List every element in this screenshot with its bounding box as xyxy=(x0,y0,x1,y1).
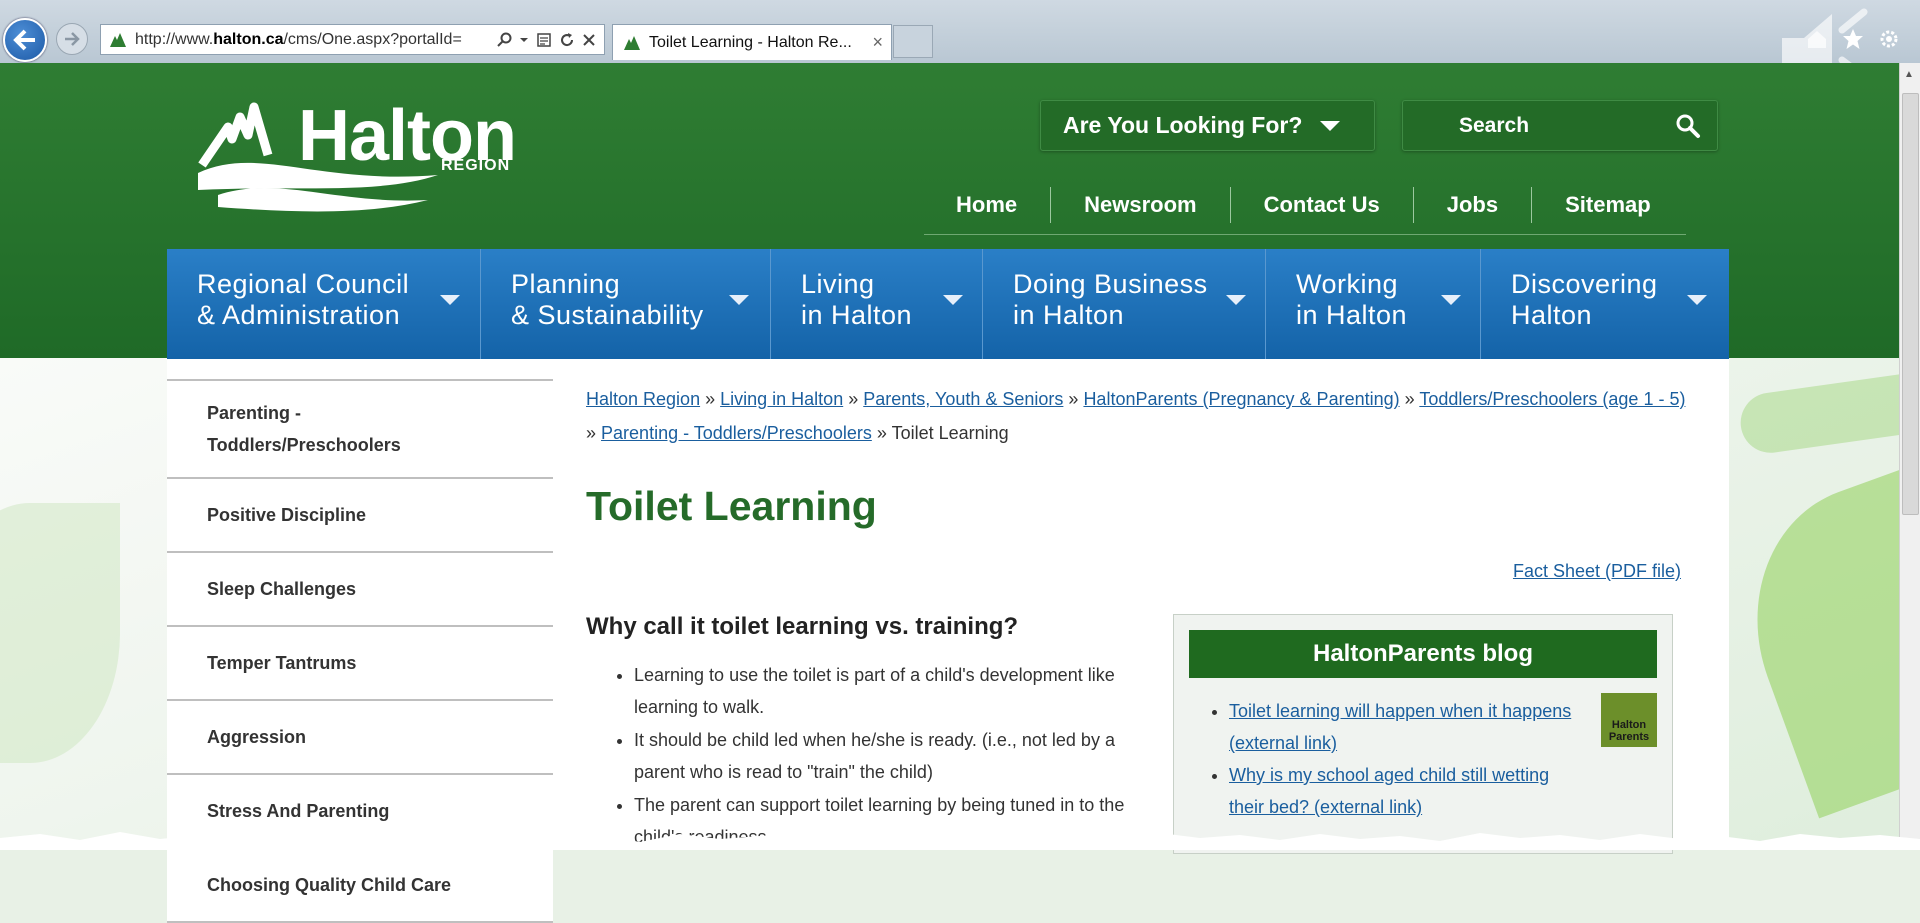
back-arrow-icon xyxy=(13,29,35,51)
are-you-looking-for-dropdown[interactable]: Are You Looking For? xyxy=(1040,100,1375,151)
stop-icon[interactable] xyxy=(582,32,596,48)
breadcrumb-link[interactable]: Parents, Youth & Seniors xyxy=(863,389,1063,409)
section-heading: Why call it toilet learning vs. training… xyxy=(586,613,1019,640)
decorative-leaf xyxy=(0,503,120,763)
lookfor-label: Are You Looking For? xyxy=(1063,112,1303,138)
util-nav-home[interactable]: Home xyxy=(924,187,1050,223)
browser-tab[interactable]: Toilet Learning - Halton Re... × xyxy=(612,24,892,60)
breadcrumb-current: Toilet Learning xyxy=(891,423,1009,443)
chevron-down-icon xyxy=(1441,295,1461,305)
sidebar-item-temper-tantrums[interactable]: Temper Tantrums xyxy=(167,627,553,701)
halton-favicon-icon xyxy=(624,35,640,50)
main-content: Halton Region » Living in Halton » Paren… xyxy=(553,359,1729,854)
nav-regional-council[interactable]: Regional Council & Administration xyxy=(167,249,481,359)
list-item: Why is my school aged child still wettin… xyxy=(1229,759,1579,823)
search-icon[interactable] xyxy=(1675,113,1701,139)
compatibility-view-icon[interactable] xyxy=(536,32,552,48)
blog-link[interactable]: Why is my school aged child still wettin… xyxy=(1229,765,1549,817)
sidebar-item-aggression[interactable]: Aggression xyxy=(167,701,553,775)
list-item: Learning to use the toilet is part of a … xyxy=(634,659,1151,723)
util-nav-contact-us[interactable]: Contact Us xyxy=(1229,187,1413,223)
list-item: It should be child led when he/she is re… xyxy=(634,724,1151,788)
scroll-up-icon[interactable]: ▲ xyxy=(1904,69,1914,80)
chevron-down-icon xyxy=(1687,295,1707,305)
sidebar-item-positive-discipline[interactable]: Positive Discipline xyxy=(167,479,553,553)
sidebar-item-choosing-child-care[interactable]: Choosing Quality Child Care xyxy=(167,849,553,923)
browser-chrome: http://www.halton.ca/cms/One.aspx?portal… xyxy=(0,0,1920,94)
search-placeholder: Search xyxy=(1459,113,1530,137)
refresh-icon[interactable] xyxy=(559,32,575,48)
chevron-down-icon xyxy=(440,295,460,305)
sidebar-item-parenting-toddlers[interactable]: Parenting - Toddlers/Preschoolers xyxy=(167,379,553,479)
chevron-down-icon xyxy=(729,295,749,305)
vertical-scrollbar[interactable]: ▲ xyxy=(1899,63,1920,850)
tab-title: Toilet Learning - Halton Re... xyxy=(649,33,852,51)
fact-sheet-link[interactable]: Fact Sheet (PDF file) xyxy=(1513,561,1681,582)
breadcrumb-link[interactable]: Halton Region xyxy=(586,389,700,409)
nav-living-in-halton[interactable]: Living in Halton xyxy=(771,249,983,359)
halton-parents-thumbnail[interactable]: Halton Parents xyxy=(1601,693,1657,747)
breadcrumb-link[interactable]: Living in Halton xyxy=(720,389,843,409)
blog-link-list: Toilet learning will happen when it happ… xyxy=(1189,695,1579,823)
sidebar-item-sleep-challenges[interactable]: Sleep Challenges xyxy=(167,553,553,627)
logo-region-text: REGION xyxy=(441,157,511,174)
page-title: Toilet Learning xyxy=(586,483,877,529)
forward-button[interactable] xyxy=(56,23,88,55)
nav-working-in-halton[interactable]: Working in Halton xyxy=(1266,249,1481,359)
tab-close-icon[interactable]: × xyxy=(872,32,883,53)
scroll-thumb[interactable] xyxy=(1902,93,1919,515)
nav-doing-business[interactable]: Doing Business in Halton xyxy=(983,249,1266,359)
address-url[interactable]: http://www.halton.ca/cms/One.aspx?portal… xyxy=(135,31,496,49)
new-tab-button[interactable] xyxy=(893,25,933,58)
dropdown-icon[interactable] xyxy=(519,32,529,48)
breadcrumb-link[interactable]: HaltonParents (Pregnancy & Parenting) xyxy=(1083,389,1399,409)
back-button[interactable] xyxy=(3,18,47,62)
content-area: Parenting - Toddlers/Preschoolers Positi… xyxy=(167,359,1729,923)
settings-gear-icon[interactable] xyxy=(1878,28,1900,50)
breadcrumb-link[interactable]: Toddlers/Preschoolers (age 1 - 5) xyxy=(1419,389,1685,409)
nav-discovering-halton[interactable]: Discovering Halton xyxy=(1481,249,1729,359)
chevron-down-icon xyxy=(1226,295,1246,305)
main-navigation: Regional Council & Administration Planni… xyxy=(167,249,1729,359)
list-item: Toilet learning will happen when it happ… xyxy=(1229,695,1579,759)
utility-nav: Home Newsroom Contact Us Jobs Sitemap xyxy=(924,185,1686,235)
util-nav-jobs[interactable]: Jobs xyxy=(1412,187,1531,223)
halton-logo[interactable]: Halton REGION xyxy=(198,95,518,215)
util-nav-newsroom[interactable]: Newsroom xyxy=(1050,187,1229,223)
home-icon[interactable] xyxy=(1806,28,1828,50)
halton-favicon-icon xyxy=(110,32,126,47)
site-search-box[interactable]: Search xyxy=(1402,100,1718,151)
forward-arrow-icon xyxy=(65,32,80,46)
address-bar[interactable]: http://www.halton.ca/cms/One.aspx?portal… xyxy=(100,24,605,55)
chevron-down-icon xyxy=(1320,120,1341,131)
blog-title: HaltonParents blog xyxy=(1189,630,1657,678)
decorative-swoosh xyxy=(1736,369,1900,457)
chevron-down-icon xyxy=(943,295,963,305)
breadcrumb-link[interactable]: Parenting - Toddlers/Preschoolers xyxy=(601,423,872,443)
util-nav-sitemap[interactable]: Sitemap xyxy=(1531,187,1684,223)
decorative-leaf xyxy=(1716,447,1900,819)
breadcrumb: Halton Region » Living in Halton » Paren… xyxy=(586,389,1686,443)
favorites-star-icon[interactable] xyxy=(1842,28,1864,50)
blog-link[interactable]: Toilet learning will happen when it happ… xyxy=(1229,701,1571,753)
torn-paper-edge xyxy=(0,832,1920,850)
blog-box: HaltonParents blog Halton Parents Toilet… xyxy=(1173,614,1673,854)
search-icon[interactable] xyxy=(496,32,512,48)
nav-planning[interactable]: Planning & Sustainability xyxy=(481,249,771,359)
